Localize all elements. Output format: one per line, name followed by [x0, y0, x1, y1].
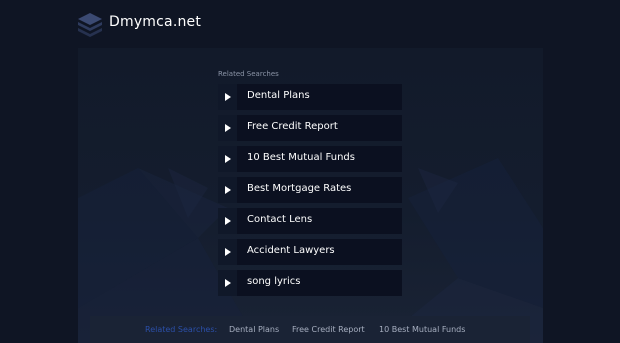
related-search-label: Contact Lens: [247, 214, 313, 225]
footer-related-label: Related Searches:: [145, 325, 218, 334]
header: Dmymca.net: [0, 0, 620, 48]
arrow-box: [218, 177, 237, 203]
related-search-item[interactable]: 10 Best Mutual Funds: [218, 146, 402, 172]
play-arrow-icon: [225, 155, 231, 163]
arrow-box: [218, 208, 237, 234]
play-arrow-icon: [225, 279, 231, 287]
footer-link[interactable]: 10 Best Mutual Funds: [379, 325, 465, 334]
related-search-label: Dental Plans: [247, 90, 310, 101]
stacked-layers-icon[interactable]: [76, 10, 104, 38]
arrow-box: [218, 239, 237, 265]
arrow-box: [218, 84, 237, 110]
related-search-item[interactable]: Dental Plans: [218, 84, 402, 110]
related-search-item[interactable]: Free Credit Report: [218, 115, 402, 141]
footer-link[interactable]: Free Credit Report: [292, 325, 365, 334]
related-search-label: song lyrics: [247, 276, 301, 287]
related-searches-label: Related Searches: [218, 70, 279, 78]
footer-related-bar: Related Searches: Dental Plans Free Cred…: [90, 316, 530, 343]
related-search-item[interactable]: Accident Lawyers: [218, 239, 402, 265]
play-arrow-icon: [225, 217, 231, 225]
related-search-label: Free Credit Report: [247, 121, 338, 132]
related-search-label: 10 Best Mutual Funds: [247, 152, 355, 163]
site-name[interactable]: Dmymca.net: [109, 14, 201, 30]
footer-link[interactable]: Dental Plans: [229, 325, 279, 334]
play-arrow-icon: [225, 248, 231, 256]
play-arrow-icon: [225, 93, 231, 101]
page: Dmymca.net Related Searches Dental Plans…: [0, 0, 620, 343]
play-arrow-icon: [225, 124, 231, 132]
arrow-box: [218, 115, 237, 141]
arrow-box: [218, 146, 237, 172]
related-search-label: Best Mortgage Rates: [247, 183, 352, 194]
related-search-item[interactable]: Contact Lens: [218, 208, 402, 234]
play-arrow-icon: [225, 186, 231, 194]
related-search-label: Accident Lawyers: [247, 245, 335, 256]
arrow-box: [218, 270, 237, 296]
related-search-item[interactable]: Best Mortgage Rates: [218, 177, 402, 203]
related-search-item[interactable]: song lyrics: [218, 270, 402, 296]
